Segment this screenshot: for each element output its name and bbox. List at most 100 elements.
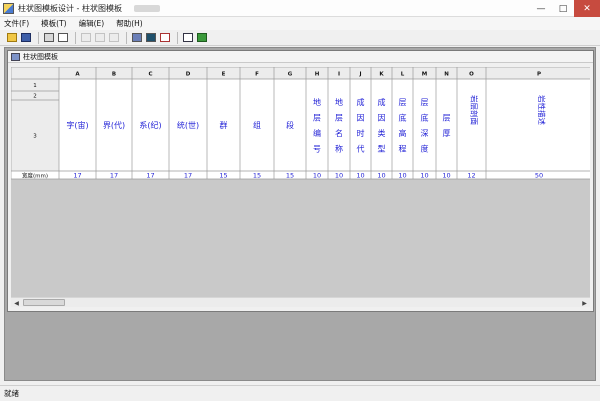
- help-button[interactable]: [182, 32, 194, 44]
- width-cell[interactable]: 17: [184, 171, 192, 179]
- toolbar-separator: [75, 31, 76, 44]
- scroll-right-arrow-icon[interactable]: ▶: [580, 299, 589, 307]
- column-letter: J: [358, 72, 361, 78]
- save-button[interactable]: [20, 32, 32, 44]
- width-value: 17: [184, 171, 192, 179]
- column-letter: G: [288, 72, 293, 78]
- header-cell[interactable]: 岩层剖面: [470, 95, 480, 125]
- menu-help[interactable]: 帮助(H): [116, 18, 143, 29]
- maximize-button[interactable]: □: [552, 0, 574, 17]
- width-value: 10: [377, 171, 385, 179]
- width-value: 10: [313, 171, 321, 179]
- title-bar: 柱状图模板设计 - 柱状图模板 — □ ✕: [0, 0, 600, 17]
- menu-template[interactable]: 模板(T): [41, 18, 66, 29]
- header-cell[interactable]: 岩性描述: [537, 95, 547, 125]
- scroll-left-arrow-icon[interactable]: ◀: [12, 299, 21, 307]
- toolbar: [0, 30, 600, 46]
- cut-icon: [81, 33, 91, 42]
- header-cell[interactable]: 组: [253, 120, 261, 130]
- header-cell[interactable]: 统(世): [177, 120, 199, 130]
- table-button[interactable]: [131, 32, 143, 44]
- paste-icon: [109, 33, 119, 42]
- about-button[interactable]: [196, 32, 208, 44]
- width-cell[interactable]: 10: [356, 171, 364, 179]
- header-cell[interactable]: 系(纪): [139, 120, 161, 130]
- status-bar: 就绪: [0, 385, 600, 401]
- layout-button[interactable]: [145, 32, 157, 44]
- width-value: 10: [420, 171, 428, 179]
- header-cell[interactable]: 段: [286, 120, 294, 130]
- width-cell[interactable]: 15: [219, 171, 227, 179]
- child-window-title-bar: 柱状图模板: [8, 51, 593, 63]
- copy-icon: [95, 33, 105, 42]
- header-cell-text: 界(代): [103, 120, 125, 130]
- header-cell-text: 岩性描述: [537, 95, 547, 125]
- width-value: 12: [467, 171, 475, 179]
- column-letter: O: [469, 72, 474, 78]
- width-value: 17: [146, 171, 154, 179]
- width-value: 15: [286, 171, 294, 179]
- minimize-button[interactable]: —: [530, 0, 552, 17]
- template-child-window: 柱状图模板 A B C D E F G H I J K L M N O P 1 2 3 字(宙) 界(代) 系(纪) 统(世…: [7, 50, 594, 312]
- copy-button[interactable]: [94, 32, 106, 44]
- width-value: 50: [535, 171, 543, 179]
- column-letter: I: [338, 72, 340, 78]
- horizontal-scrollbar[interactable]: ◀ ▶: [11, 297, 590, 307]
- width-cell[interactable]: 10: [335, 171, 343, 179]
- cut-button[interactable]: [80, 32, 92, 44]
- toolbar-separator: [126, 31, 127, 44]
- open-button[interactable]: [6, 32, 18, 44]
- layout-icon: [146, 33, 156, 42]
- print-preview-button[interactable]: [57, 32, 69, 44]
- width-cell[interactable]: 50: [535, 171, 543, 179]
- width-cell[interactable]: 17: [110, 171, 118, 179]
- header-cell[interactable]: 群: [220, 120, 228, 130]
- table-icon: [132, 33, 142, 42]
- header-cell-text: 群: [220, 120, 228, 130]
- window-title: 柱状图模板设计 - 柱状图模板: [18, 3, 122, 13]
- template-grid[interactable]: A B C D E F G H I J K L M N O P 1 2 3 字(宙) 界(代) 系(纪) 统(世) 群组段地层…: [11, 67, 590, 297]
- column-letter: E: [222, 72, 226, 78]
- scroll-thumb[interactable]: [23, 299, 65, 306]
- header-cell-text: 段: [286, 120, 294, 130]
- column-letter: M: [422, 72, 427, 78]
- paste-button[interactable]: [108, 32, 120, 44]
- print-button[interactable]: [43, 32, 55, 44]
- save-icon: [21, 33, 31, 42]
- width-value: 17: [73, 171, 81, 179]
- child-window-title: 柱状图模板: [23, 52, 58, 61]
- width-cell[interactable]: 15: [253, 171, 261, 179]
- width-value: 10: [442, 171, 450, 179]
- header-cell[interactable]: 字(宙): [66, 120, 88, 130]
- close-button[interactable]: ✕: [574, 0, 600, 17]
- width-value: 10: [335, 171, 343, 179]
- menu-edit[interactable]: 编辑(E): [79, 18, 105, 29]
- header-cell-text: 岩层剖面: [470, 95, 480, 125]
- width-cell[interactable]: 10: [420, 171, 428, 179]
- width-cell[interactable]: 15: [286, 171, 294, 179]
- width-cell[interactable]: 10: [377, 171, 385, 179]
- width-cell[interactable]: 17: [73, 171, 81, 179]
- width-cell[interactable]: 10: [398, 171, 406, 179]
- width-cell[interactable]: 10: [313, 171, 321, 179]
- width-cell[interactable]: 17: [146, 171, 154, 179]
- about-icon: [197, 33, 207, 42]
- grid-canvas[interactable]: A B C D E F G H I J K L M N O P123字(宙) 界(代) 系(纪) 统(世) 群组段地层…: [11, 67, 590, 297]
- column-letter: C: [148, 72, 152, 78]
- print-preview-icon: [58, 33, 68, 42]
- menu-bar: 文件(F) 模板(T) 编辑(E) 帮助(H): [0, 17, 600, 30]
- header-cell-text: 系(纪): [139, 120, 161, 130]
- mdi-workspace: 柱状图模板 A B C D E F G H I J K L M N O P 1 2 3 字(宙) 界(代) 系(纪) 统(世…: [4, 47, 596, 381]
- window-controls: — □ ✕: [530, 0, 600, 17]
- column-letter: L: [401, 72, 405, 78]
- status-text: 就绪: [4, 389, 19, 398]
- header-cell[interactable]: 界(代): [103, 120, 125, 130]
- width-cell[interactable]: 10: [442, 171, 450, 179]
- edit-tool-button[interactable]: [159, 32, 171, 44]
- print-icon: [44, 33, 54, 42]
- menu-file[interactable]: 文件(F): [4, 18, 29, 29]
- open-icon: [7, 33, 17, 42]
- width-cell[interactable]: 12: [467, 171, 475, 179]
- grid-background: [11, 67, 590, 179]
- header-cell-text: 字(宙): [66, 120, 88, 130]
